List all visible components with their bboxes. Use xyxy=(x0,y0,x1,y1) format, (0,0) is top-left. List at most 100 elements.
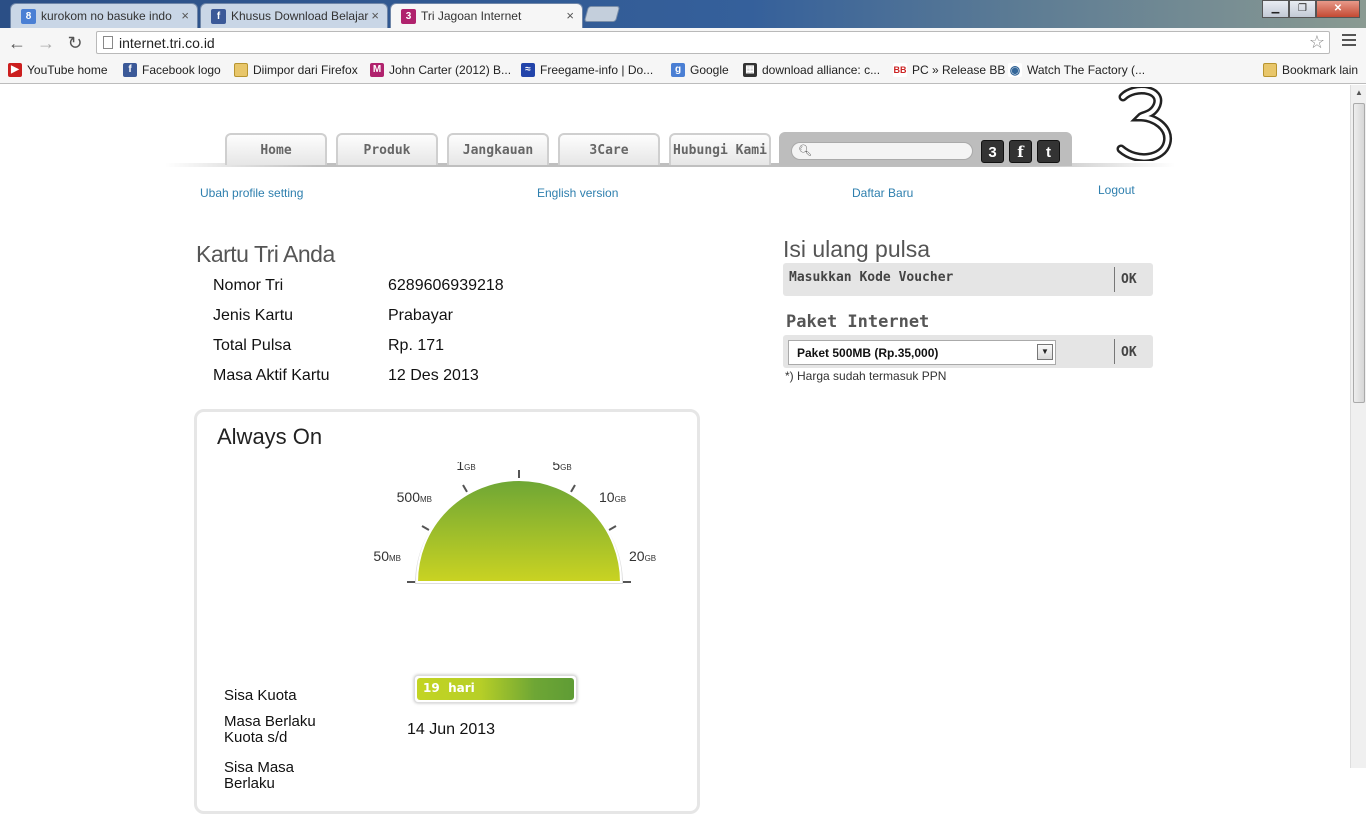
bb-icon: BB xyxy=(893,63,907,77)
browser-tab-title: Tri Jagoan Internet xyxy=(421,9,522,23)
browser-tab-strip: 8 kurokom no basuke indo × f Khusus Down… xyxy=(0,0,1366,28)
isi-ulang-title: Isi ulang pulsa xyxy=(783,236,931,262)
back-arrow-icon[interactable]: ← xyxy=(7,33,27,53)
ppn-note: *) Harga sudah termasuk PPN xyxy=(785,369,947,383)
bookmark-label: Watch The Factory (... xyxy=(1027,63,1146,77)
gauge-tick-mark xyxy=(608,525,617,531)
folder-icon xyxy=(1263,63,1277,77)
close-icon[interactable]: × xyxy=(371,8,379,23)
chevron-down-icon[interactable]: ▼ xyxy=(1037,344,1053,360)
separator xyxy=(1114,339,1115,364)
bookmark-item[interactable]: ≈ Freegame-info | Do... xyxy=(521,63,653,77)
sisa-masa-label: Sisa Masa Berlaku xyxy=(224,760,294,792)
nav-tab-produk[interactable]: Produk xyxy=(336,133,438,165)
page-scrollbar[interactable]: ▲ xyxy=(1350,85,1366,768)
info-value: Rp. 171 xyxy=(388,337,445,354)
gauge-tick-mark xyxy=(421,525,430,531)
chrome-menu-icon[interactable] xyxy=(1342,34,1356,49)
sisa-kuota-label: Sisa Kuota xyxy=(224,687,297,704)
nav-tab-jangkauan[interactable]: Jangkauan xyxy=(447,133,549,165)
tri-logo xyxy=(1116,87,1173,161)
bookmark-label: Diimpor dari Firefox xyxy=(253,63,358,77)
nav-tab-home[interactable]: Home xyxy=(225,133,327,165)
browser-tab-title: kurokom no basuke indo xyxy=(41,9,172,23)
forward-arrow-icon[interactable]: → xyxy=(36,33,56,53)
voucher-input[interactable]: Masukkan Kode Voucher xyxy=(789,270,953,285)
tri-icon: 3 xyxy=(401,9,416,24)
bookmark-item[interactable]: ◉ Watch The Factory (... xyxy=(1008,63,1145,77)
bookmark-label: PC » Release BB xyxy=(912,63,1006,77)
twitter-icon[interactable]: t xyxy=(1037,140,1060,163)
logout-link[interactable]: Logout xyxy=(1098,183,1135,197)
bookmark-item[interactable]: f Facebook logo xyxy=(123,63,221,77)
scrollbar-thumb[interactable] xyxy=(1353,103,1365,403)
minimize-button[interactable]: ▁ xyxy=(1262,0,1289,18)
site-icon: M xyxy=(370,63,384,77)
info-value: 12 Des 2013 xyxy=(388,367,479,384)
info-value: 6289606939218 xyxy=(388,277,504,294)
info-row-masa-aktif: Masa Aktif Kartu 12 Des 2013 xyxy=(213,367,479,385)
bookmark-label: download alliance: c... xyxy=(762,63,881,77)
info-row-pulsa: Total Pulsa Rp. 171 xyxy=(213,337,444,355)
bookmark-item[interactable]: BB PC » Release BB xyxy=(893,63,1005,77)
gauge-tick-label: 10GB xyxy=(599,489,626,505)
info-row-nomor: Nomor Tri 6289606939218 xyxy=(213,277,504,295)
three-icon[interactable]: 3 xyxy=(981,140,1004,163)
google-icon: g xyxy=(671,63,685,77)
info-label: Jenis Kartu xyxy=(213,307,294,324)
quota-gauge: 50MB 500MB 1GB 2GB 5GB 10GB 20GB xyxy=(373,462,656,584)
info-label: Nomor Tri xyxy=(213,277,284,294)
site-icon: ≈ xyxy=(521,63,535,77)
bookmark-folder[interactable]: Diimpor dari Firefox xyxy=(234,63,358,77)
daftar-baru-link[interactable]: Daftar Baru xyxy=(852,186,913,200)
remaining-days-bar: 19 hari xyxy=(414,675,577,703)
scroll-up-icon[interactable]: ▲ xyxy=(1355,88,1363,97)
bookmark-item[interactable]: ▶ YouTube home xyxy=(8,63,108,77)
english-version-link[interactable]: English version xyxy=(537,186,618,200)
profile-setting-link[interactable]: Ubah profile setting xyxy=(200,186,303,200)
facebook-icon[interactable]: f xyxy=(1009,140,1032,163)
bookmark-label: Google xyxy=(690,63,729,77)
gauge-tick-label: 500MB xyxy=(397,489,432,505)
gauge-tick-mark xyxy=(570,484,576,493)
nav-tab-hubungi-kami[interactable]: Hubungi Kami xyxy=(669,133,771,165)
bookmark-item[interactable]: M John Carter (2012) B... xyxy=(370,63,511,77)
bookmark-item[interactable]: ▦ download alliance: c... xyxy=(743,63,880,77)
always-on-title: Always On xyxy=(217,424,323,449)
voucher-ok-button[interactable]: OK xyxy=(1121,272,1137,287)
browser-tab[interactable]: 8 kurokom no basuke indo × xyxy=(10,3,198,28)
bookmark-label: YouTube home xyxy=(27,63,108,77)
bookmark-label: Facebook logo xyxy=(142,63,221,77)
masa-berlaku-label: Masa Berlaku Kuota s/d xyxy=(224,714,316,746)
maximize-button[interactable]: ❐ xyxy=(1289,0,1316,18)
search-icon: 🔍︎ xyxy=(798,145,812,157)
browser-tab-active[interactable]: 3 Tri Jagoan Internet × xyxy=(390,3,583,28)
bookmark-star-icon[interactable]: ☆ xyxy=(1309,32,1325,53)
address-bar[interactable]: internet.tri.co.id ☆ xyxy=(96,31,1330,54)
gauge-tick-label: 1GB xyxy=(456,462,475,473)
paket-select[interactable]: Paket 500MB (Rp.35,000) ▼ xyxy=(788,340,1056,365)
browser-tab[interactable]: f Khusus Download Belajar × xyxy=(200,3,388,28)
nav-tab-3care[interactable]: 3Care xyxy=(558,133,660,165)
sisa-masa-label-line: Sisa Masa xyxy=(224,759,295,776)
bookmark-item[interactable]: g Google xyxy=(671,63,729,77)
facebook-icon: f xyxy=(211,9,226,24)
paket-bar: Paket 500MB (Rp.35,000) ▼ OK xyxy=(783,335,1153,368)
google-icon: 8 xyxy=(21,9,36,24)
info-label: Masa Aktif Kartu xyxy=(213,367,330,384)
close-window-button[interactable]: ✕ xyxy=(1316,0,1360,18)
masa-berlaku-label-line: Masa Berlaku xyxy=(224,713,316,730)
window-controls: ▁ ❐ ✕ xyxy=(1262,0,1360,18)
sisa-masa-label-line: Berlaku xyxy=(224,775,275,792)
paket-ok-button[interactable]: OK xyxy=(1121,345,1137,360)
other-bookmarks-folder[interactable]: Bookmark lain xyxy=(1263,63,1358,77)
bookmark-label: Bookmark lain xyxy=(1282,63,1359,77)
gauge-tick-label: 50MB xyxy=(373,548,401,564)
close-icon[interactable]: × xyxy=(181,8,189,23)
close-icon[interactable]: × xyxy=(566,8,574,23)
search-input[interactable]: 🔍︎ xyxy=(791,142,973,160)
page-content: Home Produk Jangkauan 3Care Hubungi Kami… xyxy=(0,85,1350,814)
new-tab-button[interactable] xyxy=(583,6,621,22)
info-value: Prabayar xyxy=(388,307,453,324)
reload-icon[interactable]: ↻ xyxy=(65,33,85,53)
